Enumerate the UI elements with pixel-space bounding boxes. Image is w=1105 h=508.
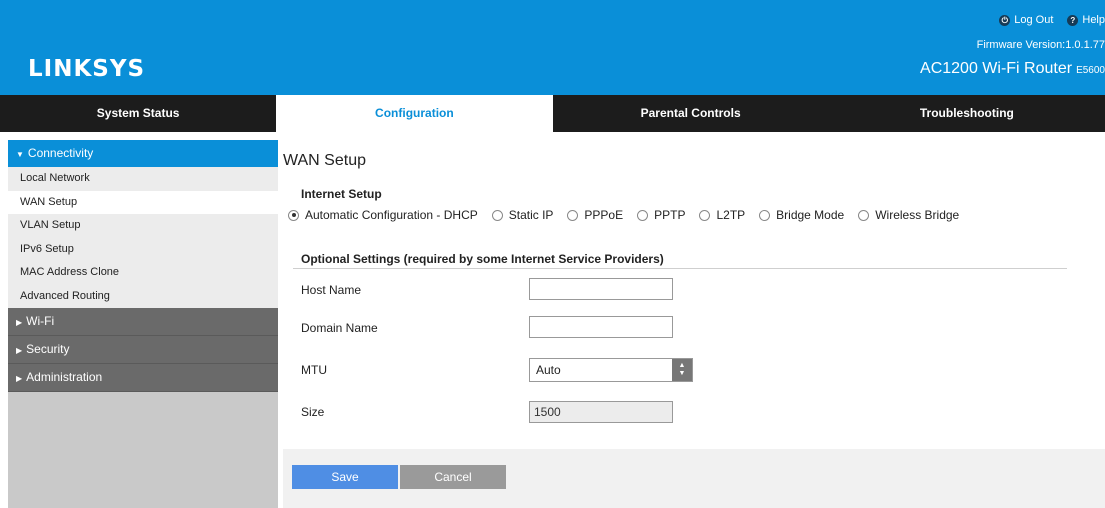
radio-static-ip[interactable]: Static IP xyxy=(491,208,554,222)
radio-wireless-bridge[interactable]: Wireless Bridge xyxy=(858,208,959,222)
cancel-button[interactable]: Cancel xyxy=(400,465,506,489)
model-number: E5600 xyxy=(1076,65,1105,76)
host-name-label: Host Name xyxy=(301,283,362,297)
sidebar-section-security[interactable]: ▶ Security xyxy=(8,336,278,364)
host-name-input[interactable] xyxy=(529,278,673,300)
radio-dhcp[interactable]: Automatic Configuration - DHCP xyxy=(288,208,478,222)
domain-name-label: Domain Name xyxy=(301,321,378,335)
mtu-selected-value: Auto xyxy=(536,363,561,377)
internet-setup-heading: Internet Setup xyxy=(301,187,382,201)
optional-settings-heading: Optional Settings (required by some Inte… xyxy=(301,252,664,266)
radio-bridge-mode[interactable]: Bridge Mode xyxy=(759,208,844,222)
connectivity-submenu: Local Network WAN Setup VLAN Setup IPv6 … xyxy=(8,167,278,308)
power-icon: ⏻ xyxy=(999,14,1011,26)
caret-right-icon: ▶ xyxy=(16,346,23,355)
radio-label: L2TP xyxy=(716,208,746,222)
caret-right-icon: ▶ xyxy=(16,318,23,327)
radio-label: Automatic Configuration - DHCP xyxy=(305,208,478,222)
mtu-select[interactable]: Auto ▲ ▼ xyxy=(529,358,693,382)
sidebar-item-vlan-setup[interactable]: VLAN Setup xyxy=(8,214,278,238)
sidebar-item-advanced-routing[interactable]: Advanced Routing xyxy=(8,285,278,309)
sidebar-section-label: Wi-Fi xyxy=(26,314,55,328)
top-links: ⏻ Log Out ? Help xyxy=(985,14,1105,26)
help-label: Help xyxy=(1082,14,1105,26)
radio-button[interactable] xyxy=(858,209,870,221)
radio-button[interactable] xyxy=(288,209,299,221)
save-button[interactable]: Save xyxy=(292,465,398,489)
domain-name-input[interactable] xyxy=(529,316,673,338)
firmware-version: Firmware Version:1.0.1.77 xyxy=(976,39,1105,51)
sidebar-section-label: Security xyxy=(26,342,70,356)
header-bar: LINKSYS ⏻ Log Out ? Help Firmware Versio… xyxy=(0,0,1105,95)
mtu-label: MTU xyxy=(301,363,327,377)
sidebar-item-ipv6-setup[interactable]: IPv6 Setup xyxy=(8,238,278,262)
help-icon: ? xyxy=(1067,14,1079,26)
logout-link[interactable]: ⏻ Log Out xyxy=(999,14,1053,26)
radio-label: Static IP xyxy=(508,208,554,222)
radio-pppoe[interactable]: PPPoE xyxy=(567,208,623,222)
caret-down-icon: ▼ xyxy=(16,150,24,159)
sidebar-item-local-network[interactable]: Local Network xyxy=(8,167,278,191)
radio-l2tp[interactable]: L2TP xyxy=(699,208,745,222)
radio-label: Bridge Mode xyxy=(776,208,845,222)
radio-label: PPTP xyxy=(654,208,686,222)
tab-parental-controls[interactable]: Parental Controls xyxy=(553,95,829,132)
radio-label: PPPoE xyxy=(584,208,624,222)
logout-label: Log Out xyxy=(1014,14,1054,26)
sidebar-item-mac-address-clone[interactable]: MAC Address Clone xyxy=(8,261,278,285)
connection-type-group: Automatic Configuration - DHCP Static IP… xyxy=(288,208,973,222)
sidebar-section-connectivity[interactable]: ▼ Connectivity xyxy=(8,140,278,167)
product-name: AC1200 Wi-Fi Router xyxy=(920,60,1073,77)
radio-button[interactable] xyxy=(759,209,771,221)
select-arrows-icon[interactable]: ▲ ▼ xyxy=(672,359,692,381)
page-title: WAN Setup xyxy=(283,152,366,169)
product-title: AC1200 Wi-Fi Router E5600 xyxy=(920,60,1105,78)
radio-button[interactable] xyxy=(637,209,649,221)
main-content: WAN Setup Internet Setup Automatic Confi… xyxy=(283,140,1105,508)
size-label: Size xyxy=(301,405,325,419)
linksys-logo: LINKSYS xyxy=(28,56,146,82)
sidebar-section-label: Connectivity xyxy=(27,146,94,160)
sidebar-section-administration[interactable]: ▶ Administration xyxy=(8,364,278,392)
size-field: 1500 xyxy=(529,401,673,423)
sidebar: ▼ Connectivity Local Network WAN Setup VL… xyxy=(8,140,278,508)
section-divider xyxy=(293,268,1067,269)
tab-system-status[interactable]: System Status xyxy=(0,95,276,132)
help-link[interactable]: ? Help xyxy=(1067,14,1105,26)
radio-button[interactable] xyxy=(567,209,579,221)
radio-button[interactable] xyxy=(699,209,711,221)
caret-right-icon: ▶ xyxy=(16,374,23,383)
tab-configuration[interactable]: Configuration xyxy=(276,95,553,132)
main-nav: System Status Configuration Parental Con… xyxy=(0,95,1105,132)
sidebar-section-label: Administration xyxy=(26,370,103,384)
action-bar: Save Cancel xyxy=(283,449,1105,508)
radio-label: Wireless Bridge xyxy=(875,208,960,222)
tab-troubleshooting[interactable]: Troubleshooting xyxy=(829,95,1105,132)
sidebar-item-wan-setup[interactable]: WAN Setup xyxy=(8,190,278,214)
radio-pptp[interactable]: PPTP xyxy=(637,208,685,222)
sidebar-section-wifi[interactable]: ▶ Wi-Fi xyxy=(8,308,278,336)
radio-button[interactable] xyxy=(491,209,503,221)
